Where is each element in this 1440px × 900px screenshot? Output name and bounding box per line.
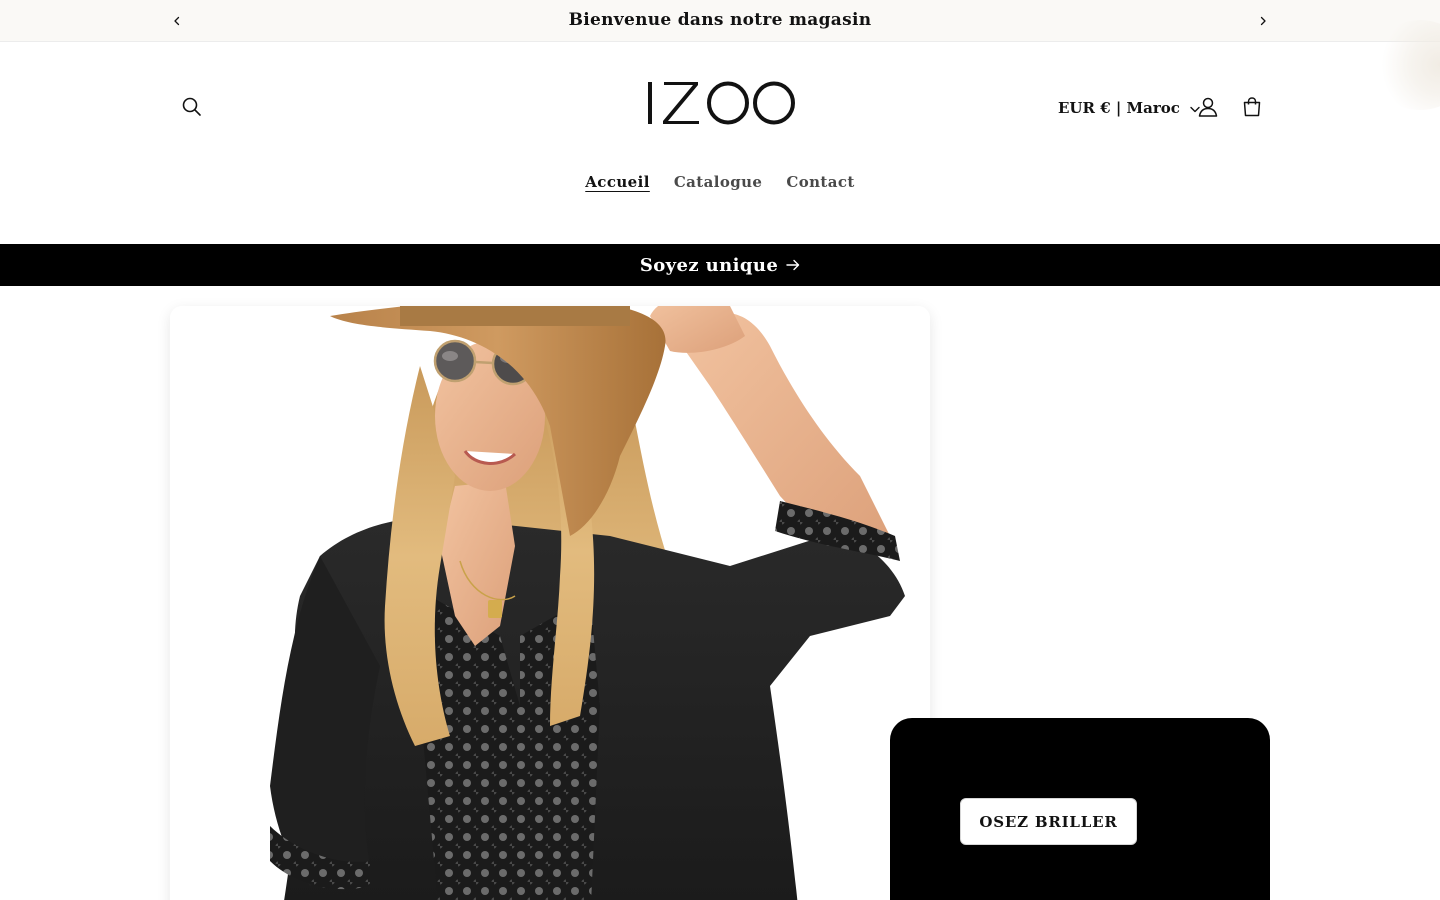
nav-item-contact[interactable]: Contact [786,173,854,191]
store-logo[interactable] [640,76,800,130]
arrow-right-icon [786,256,800,275]
main-nav: Accueil Catalogue Contact [0,173,1440,191]
logo-wordmark [648,81,795,125]
nav-item-catalogue[interactable]: Catalogue [674,173,763,191]
cart-icon[interactable] [1238,93,1266,121]
announcement-text: Bienvenue dans notre magasin [568,10,872,30]
promo-label: Soyez unique [639,254,779,276]
account-icon[interactable] [1194,93,1222,121]
currency-label: EUR € | Maroc [1058,99,1180,117]
currency-selector[interactable]: EUR € | Maroc [1058,97,1200,119]
announcement-bar: Bienvenue dans notre magasin [0,0,1440,42]
hero-image-card [170,306,930,900]
osez-briller-button[interactable]: OSEZ BRILLER [960,798,1137,845]
cta-card: OSEZ BRILLER [890,718,1270,900]
nav-item-accueil[interactable]: Accueil [585,173,650,191]
search-icon[interactable] [178,93,206,121]
chevron-right-icon[interactable] [1253,11,1273,31]
hero-image [170,306,930,900]
promo-bar[interactable]: Soyez unique [0,244,1440,286]
